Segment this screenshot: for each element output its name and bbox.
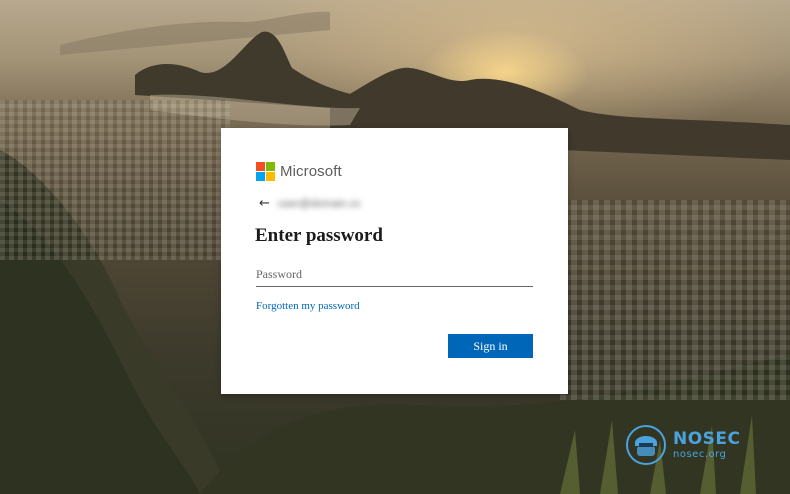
brand-name: Microsoft bbox=[280, 163, 342, 180]
sign-in-button[interactable]: Sign in bbox=[448, 334, 533, 358]
password-field[interactable] bbox=[256, 262, 533, 287]
arrow-left-icon[interactable]: ← bbox=[259, 196, 270, 211]
account-row: ← user@domain.xx bbox=[259, 196, 361, 211]
city-right bbox=[560, 200, 790, 400]
nosec-shield-icon bbox=[626, 425, 666, 465]
microsoft-logo-icon bbox=[256, 162, 275, 181]
account-identifier: user@domain.xx bbox=[277, 197, 361, 210]
forgot-password-link[interactable]: Forgotten my password bbox=[256, 300, 360, 312]
city-left bbox=[0, 100, 230, 260]
watermark: NOSEC nosec.org bbox=[625, 424, 741, 466]
watermark-title: NOSEC bbox=[673, 428, 741, 449]
brand-row: Microsoft bbox=[256, 162, 342, 181]
page-title: Enter password bbox=[255, 225, 383, 246]
login-card: Microsoft ← user@domain.xx Enter passwor… bbox=[221, 128, 568, 394]
watermark-subtitle: nosec.org bbox=[673, 448, 727, 460]
